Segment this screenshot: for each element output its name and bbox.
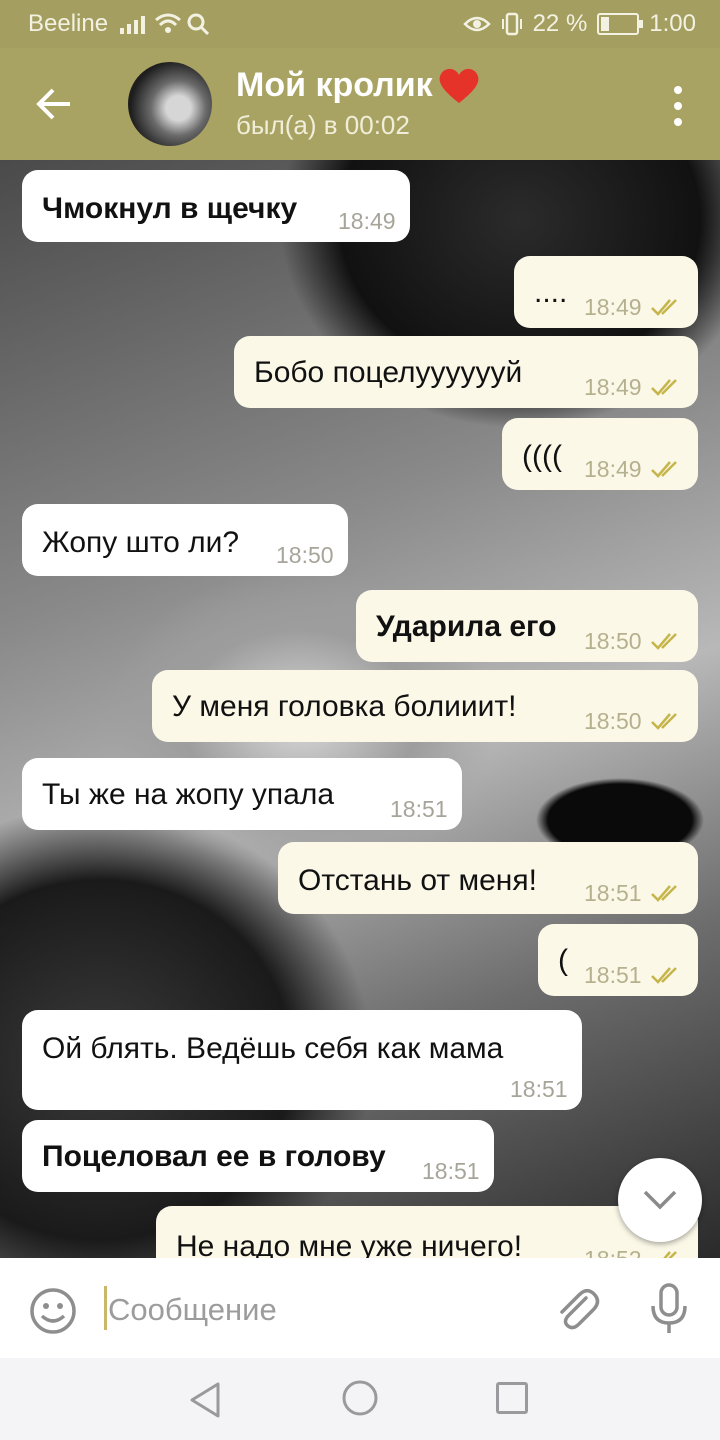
message-time: 18:49 [584, 374, 642, 400]
back-button[interactable] [22, 74, 86, 134]
read-checkmarks-icon [663, 1251, 677, 1258]
message-text: ( [558, 944, 568, 977]
message-time: 18:52 [584, 1248, 642, 1259]
message-time: 18:51 [510, 1076, 568, 1102]
message-text: Ты же на жопу упала [42, 778, 335, 811]
message-time: 18:51 [390, 796, 448, 822]
read-checkmarks-icon [651, 885, 677, 902]
last-seen: был(а) в 00:02 [236, 110, 410, 140]
message-time: 18:51 [584, 962, 642, 988]
message-text: Ударила его [376, 610, 557, 643]
message-input[interactable]: Сообщение [108, 1292, 277, 1328]
message-time: 18:51 [584, 880, 642, 906]
status-bar: Beeline 22 % 1:00 [0, 0, 720, 48]
message-text: .... [534, 276, 568, 309]
message-text: Чмокнул в щечку [42, 192, 298, 225]
message-time: 18:50 [584, 628, 642, 654]
read-checkmarks-icon [651, 299, 677, 316]
paperclip-icon[interactable] [552, 1284, 602, 1334]
message-text: Ой блять. Ведёшь себя как мама [42, 1032, 504, 1065]
read-checkmarks-icon [651, 633, 677, 650]
message-list[interactable]: Чмокнул в щечку 18:49 .... 18:49 Бобо по… [0, 160, 720, 1258]
wifi-icon [155, 13, 181, 33]
nav-home-icon[interactable] [340, 1378, 380, 1418]
chat-header: Мой кролик был(а) в 00:02 [0, 48, 720, 160]
vibrate-icon [501, 12, 522, 36]
message-bubble[interactable]: Чмокнул в щечку 18:49 [22, 170, 410, 242]
message-text: Бобо поцелууууууй [254, 356, 523, 389]
read-checkmarks-icon [651, 461, 677, 478]
message-time: 18:51 [422, 1158, 480, 1184]
message-text: У меня головка болииит! [172, 690, 517, 723]
eye-icon [462, 16, 491, 32]
message-bubble[interactable]: Жопу што ли? 18:50 [22, 504, 348, 576]
search-icon [187, 13, 210, 36]
nav-recents-icon[interactable] [496, 1382, 528, 1414]
message-bubble[interactable]: Поцеловал ее в голову 18:51 [22, 1120, 494, 1192]
contact-name-text: Мой кролик [236, 66, 433, 104]
read-checkmarks-icon [651, 967, 677, 984]
message-text: Поцеловал ее в голову [42, 1140, 386, 1173]
contact-name[interactable]: Мой кролик [236, 66, 481, 105]
message-time: 18:49 [584, 456, 642, 482]
message-text: Отстань от меня! [298, 864, 537, 897]
more-vertical-icon[interactable] [666, 86, 690, 126]
carrier-name: Beeline [28, 10, 109, 37]
message-bubble[interactable]: Ой блять. Ведёшь себя как мама 18:51 [22, 1010, 582, 1110]
message-composer: Сообщение [0, 1258, 720, 1358]
message-time: 18:50 [276, 542, 334, 568]
message-bubble[interactable]: Не надо мне уже ничего! 18:52 [156, 1206, 698, 1258]
message-bubble[interactable]: ( 18:51 [538, 924, 698, 996]
battery-icon [597, 13, 644, 35]
message-text: Не надо мне уже ничего! [176, 1230, 523, 1259]
message-time: 18:49 [584, 294, 642, 320]
text-cursor [104, 1286, 107, 1330]
message-bubble[interactable]: Отстань от меня! 18:51 [278, 842, 698, 914]
message-bubble[interactable]: У меня головка болииит! 18:50 [152, 670, 698, 742]
message-bubble[interactable]: Ударила его 18:50 [356, 590, 698, 662]
system-navigation-bar [0, 1358, 720, 1440]
clock: 1:00 [649, 10, 696, 37]
arrow-left-icon [36, 88, 70, 120]
message-bubble[interactable]: Ты же на жопу упала 18:51 [22, 758, 462, 830]
avatar[interactable] [128, 62, 212, 146]
microphone-icon[interactable] [644, 1282, 694, 1336]
message-bubble[interactable]: .... 18:49 [514, 256, 698, 328]
message-bubble[interactable]: Бобо поцелууууууй 18:49 [234, 336, 698, 408]
scroll-down-button[interactable] [618, 1158, 702, 1242]
nav-back-icon[interactable] [186, 1380, 226, 1420]
battery-percent: 22 % [532, 10, 588, 37]
signal-icon [120, 10, 145, 34]
heart-icon [439, 68, 479, 103]
read-checkmarks-icon [651, 713, 677, 730]
message-time: 18:49 [338, 208, 396, 234]
message-bubble[interactable]: (((( 18:49 [502, 418, 698, 490]
message-time: 18:50 [584, 708, 642, 734]
chevron-down-icon [643, 1190, 677, 1210]
smile-icon[interactable] [28, 1286, 78, 1336]
message-text: (((( [522, 440, 562, 473]
message-text: Жопу што ли? [42, 526, 240, 559]
read-checkmarks-icon [651, 379, 677, 396]
